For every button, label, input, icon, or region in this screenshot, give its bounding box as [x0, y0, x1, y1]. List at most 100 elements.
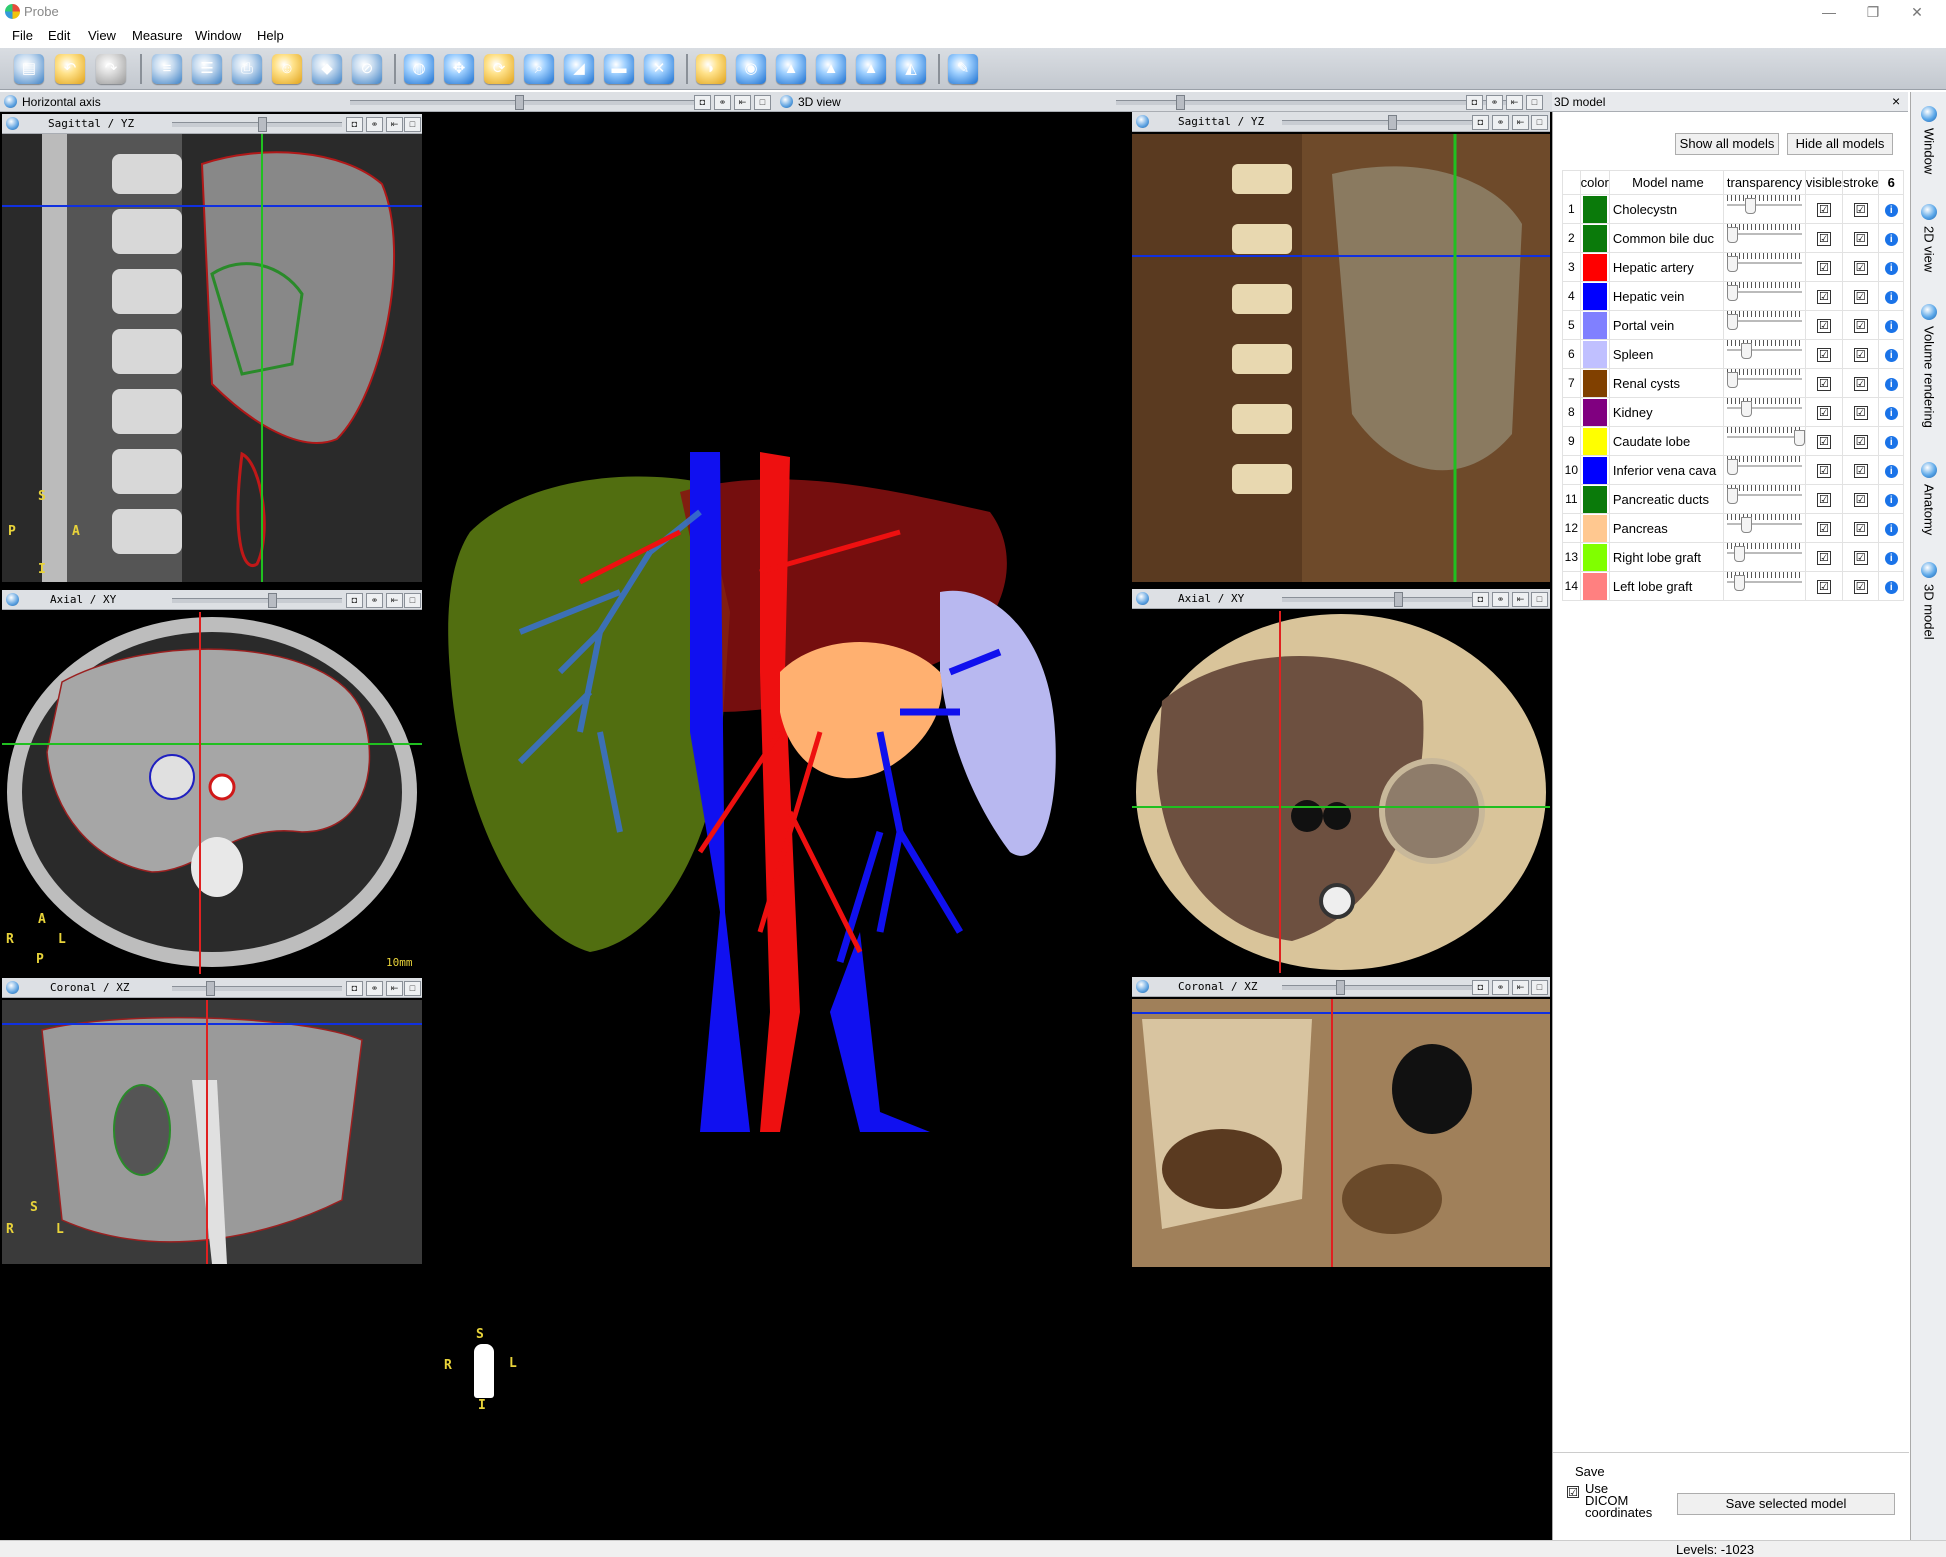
transparency-thumb[interactable]: [1793, 430, 1805, 446]
maximize-icon[interactable]: □: [1526, 95, 1543, 110]
left-coronal-view[interactable]: S R L: [2, 1000, 422, 1264]
visible-checkbox[interactable]: ☑: [1816, 435, 1831, 449]
organ-icon[interactable]: ◉: [736, 54, 766, 84]
transparency-slider[interactable]: [1723, 542, 1806, 572]
transparency-slider[interactable]: [1723, 368, 1806, 398]
maximize-icon[interactable]: □: [1531, 115, 1548, 130]
snapshot-icon[interactable]: ◘: [1472, 980, 1489, 995]
visible-checkbox[interactable]: ☑: [1816, 493, 1831, 507]
stroke-checkbox[interactable]: ☑: [1853, 522, 1868, 536]
stroke-checkbox[interactable]: ☑: [1853, 377, 1868, 391]
snapshot-icon[interactable]: ◘: [346, 981, 363, 996]
axis-slider[interactable]: [350, 100, 700, 105]
info-icon[interactable]: i: [1884, 291, 1898, 304]
transparency-slider[interactable]: [1723, 455, 1806, 485]
info-icon[interactable]: i: [1884, 204, 1898, 217]
model-color-swatch[interactable]: [1579, 542, 1610, 572]
undo-icon[interactable]: ↶: [55, 54, 85, 84]
model-color-swatch[interactable]: [1579, 484, 1610, 514]
tab-window[interactable]: Window: [1915, 106, 1943, 174]
rotate-icon[interactable]: ⟳: [484, 54, 514, 84]
model-color-swatch[interactable]: [1579, 194, 1610, 224]
transparency-thumb[interactable]: [1741, 401, 1752, 417]
snapshot-icon[interactable]: ◘: [346, 593, 363, 608]
model-row[interactable]: 7 Renal cysts ☑ ☑ i: [1562, 368, 1904, 398]
move-icon[interactable]: ✥: [444, 54, 474, 84]
visible-checkbox[interactable]: ☑: [1816, 522, 1831, 536]
visible-checkbox[interactable]: ☑: [1816, 464, 1831, 478]
link-icon[interactable]: ⚭: [1486, 95, 1503, 110]
dock-icon[interactable]: ⇤: [1512, 980, 1529, 995]
yz-view-icon[interactable]: ▲: [856, 54, 886, 84]
cube-icon[interactable]: ◆: [312, 54, 342, 84]
stroke-checkbox[interactable]: ☑: [1853, 435, 1868, 449]
info-icon[interactable]: i: [1884, 465, 1898, 478]
model-row[interactable]: 12 Pancreas ☑ ☑ i: [1562, 513, 1904, 543]
link-icon[interactable]: ⚭: [1492, 592, 1509, 607]
tab-anatomy[interactable]: Anatomy: [1915, 462, 1943, 535]
visible-checkbox[interactable]: ☑: [1816, 406, 1831, 420]
link-icon[interactable]: ⚭: [366, 593, 383, 608]
transparency-slider[interactable]: [1723, 513, 1806, 543]
maximize-icon[interactable]: □: [1531, 980, 1548, 995]
redo-icon[interactable]: ↷: [96, 54, 126, 84]
slice-slider-knob[interactable]: [268, 593, 277, 608]
close-panel-icon[interactable]: ×: [1892, 93, 1900, 109]
model-name[interactable]: Hepatic artery: [1608, 252, 1725, 282]
snapshot-icon[interactable]: ◘: [694, 95, 711, 110]
save-selected-model-button[interactable]: Save selected model: [1677, 1493, 1895, 1515]
visible-checkbox[interactable]: ☑: [1816, 580, 1831, 594]
slice-slider-knob[interactable]: [1394, 592, 1403, 607]
name-header[interactable]: Model name: [1608, 170, 1725, 195]
menu-edit[interactable]: Edit: [48, 28, 70, 43]
right-axial-view[interactable]: [1132, 611, 1550, 973]
dock-icon[interactable]: ⇤: [1512, 592, 1529, 607]
transparency-slider[interactable]: [1723, 571, 1806, 601]
info-icon[interactable]: i: [1884, 320, 1898, 333]
slice-slider[interactable]: [172, 598, 342, 603]
model-color-swatch[interactable]: [1579, 252, 1610, 282]
3d-view-icon[interactable]: ◭: [896, 54, 926, 84]
model-color-swatch[interactable]: [1579, 513, 1610, 543]
model-color-swatch[interactable]: [1579, 368, 1610, 398]
liver-icon[interactable]: ◗: [696, 54, 726, 84]
visible-checkbox[interactable]: ☑: [1816, 261, 1831, 275]
maximize-icon[interactable]: □: [404, 593, 421, 608]
dock-icon[interactable]: ⇤: [386, 981, 403, 996]
slice-slider[interactable]: [1282, 120, 1472, 125]
snapshot-icon[interactable]: ◘: [1472, 115, 1489, 130]
head-icon[interactable]: ☺: [272, 54, 302, 84]
transparency-slider[interactable]: [1723, 281, 1806, 311]
visible-checkbox[interactable]: ☑: [1816, 348, 1831, 362]
model-row[interactable]: 9 Caudate lobe ☑ ☑ i: [1562, 426, 1904, 456]
info-icon[interactable]: i: [1884, 523, 1898, 536]
visible-checkbox[interactable]: ☑: [1816, 290, 1831, 304]
dock-icon[interactable]: ⇤: [386, 117, 403, 132]
transparency-header[interactable]: transparency: [1723, 170, 1806, 195]
link-icon[interactable]: ⚭: [1492, 115, 1509, 130]
snapshot-icon[interactable]: ◘: [1472, 592, 1489, 607]
dock-icon[interactable]: ⇤: [1512, 115, 1529, 130]
transparency-slider[interactable]: [1723, 252, 1806, 282]
slice-slider-knob[interactable]: [1336, 980, 1345, 995]
menu-view[interactable]: View: [88, 28, 116, 43]
model-color-swatch[interactable]: [1579, 223, 1610, 253]
maximize-icon[interactable]: □: [404, 981, 421, 996]
slice-slider-knob[interactable]: [206, 981, 215, 996]
stroke-checkbox[interactable]: ☑: [1853, 348, 1868, 362]
visible-checkbox[interactable]: ☑: [1816, 319, 1831, 333]
ruler-icon[interactable]: ▬: [604, 54, 634, 84]
transparency-slider[interactable]: [1723, 310, 1806, 340]
model-row[interactable]: 6 Spleen ☑ ☑ i: [1562, 339, 1904, 369]
info-icon[interactable]: i: [1884, 378, 1898, 391]
right-sagittal-view[interactable]: [1132, 134, 1550, 582]
maximize-icon[interactable]: □: [404, 117, 421, 132]
link-icon[interactable]: ⚭: [366, 117, 383, 132]
model-name[interactable]: Common bile duc: [1608, 223, 1725, 253]
tab-2d-view[interactable]: 2D view: [1915, 204, 1943, 272]
menu-file[interactable]: File: [12, 28, 33, 43]
right-coronal-view[interactable]: [1132, 999, 1550, 1267]
model-name[interactable]: Pancreatic ducts: [1608, 484, 1725, 514]
stroke-checkbox[interactable]: ☑: [1853, 261, 1868, 275]
left-axial-view[interactable]: A R L P 10mm: [2, 612, 422, 974]
